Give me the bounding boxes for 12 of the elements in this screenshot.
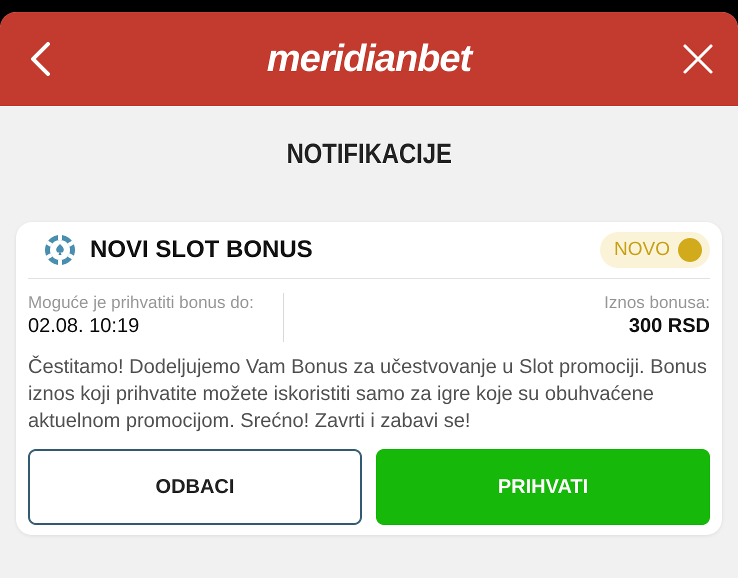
status-dot [678, 238, 702, 262]
deadline-label: Moguće je prihvatiti bonus do: [28, 293, 255, 313]
logo: meridianbet [266, 38, 472, 80]
deadline-value: 02.08. 10:19 [28, 315, 140, 338]
poker-chip-icon [44, 234, 76, 266]
notification-title: NOVI SLOT BONUS [90, 236, 313, 264]
amount-label: Iznos bonusa: [604, 293, 710, 313]
notification-message: Čestitamo! Dodeljujemo Vam Bonus za učestvovanje u Slot promociji. Bonus iznos koji prihvatite možete iskoristiti samo za igre koje su obuhvaćene aktuelnom promocijom. Srećno! Zavrti i zabavi se! [28, 354, 708, 434]
badge-label: NOVO [614, 239, 670, 261]
dismiss-button[interactable]: ODBACI [28, 449, 362, 525]
page-title: NOTIFIKACIJE [286, 138, 452, 170]
amount-value: 300 RSD [628, 315, 710, 338]
